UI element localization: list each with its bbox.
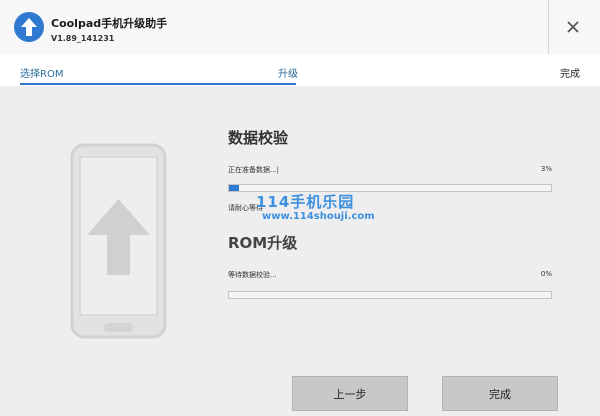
app-title: Coolpad手机升级助手 bbox=[51, 17, 168, 30]
section-title-verify: 数据校验 bbox=[228, 129, 289, 147]
phone-upgrade-illustration bbox=[70, 143, 167, 339]
watermark-title: 114手机乐园 bbox=[256, 193, 355, 211]
title-bar: Coolpad手机升级助手 V1.89_141231 bbox=[0, 0, 600, 54]
rom-percent: 0% bbox=[540, 270, 552, 278]
title-divider bbox=[548, 0, 549, 54]
main-panel: 数据校验 正在准备数据...| 3% 请耐心等待 114手机乐园 www.114… bbox=[0, 86, 600, 416]
upload-arrow-icon bbox=[14, 12, 44, 42]
step-done: 完成 bbox=[560, 69, 580, 80]
step-upgrade: 升级 bbox=[278, 69, 298, 80]
rom-status: 等待数据校验... bbox=[228, 271, 277, 279]
app-version: V1.89_141231 bbox=[51, 34, 115, 43]
close-button[interactable] bbox=[556, 10, 590, 44]
step-progress-line bbox=[20, 83, 296, 85]
section-title-rom: ROM升级 bbox=[228, 234, 298, 252]
verify-status: 正在准备数据...| bbox=[228, 166, 280, 174]
rom-progress-bar bbox=[228, 291, 552, 299]
finish-button[interactable]: 完成 bbox=[442, 376, 558, 411]
step-indicator: 选择ROM 升级 完成 bbox=[0, 54, 600, 87]
close-icon[interactable] bbox=[556, 10, 590, 44]
watermark-url: www.114shouji.com bbox=[262, 211, 375, 222]
verify-progress-fill bbox=[229, 185, 239, 191]
verify-percent: 3% bbox=[540, 165, 552, 173]
previous-button[interactable]: 上一步 bbox=[292, 376, 408, 411]
step-select-rom: 选择ROM bbox=[20, 69, 64, 80]
